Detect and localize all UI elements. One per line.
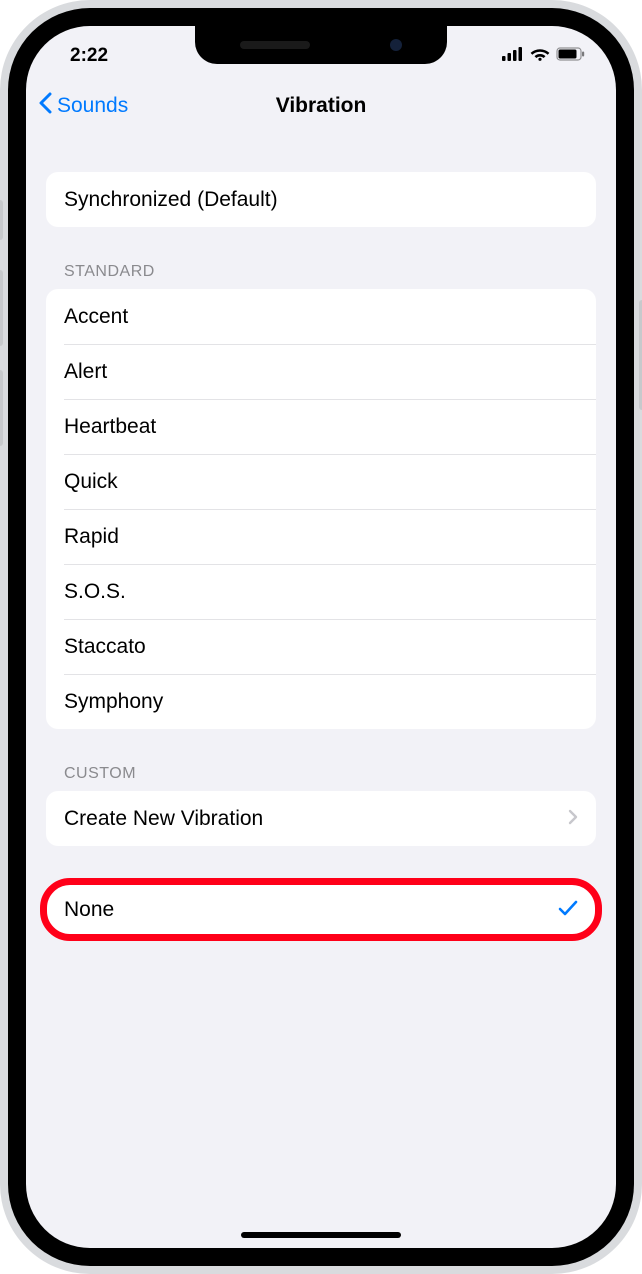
row-alert[interactable]: Alert (46, 344, 596, 399)
row-label: Create New Vibration (64, 807, 263, 831)
row-label: Accent (64, 305, 128, 329)
back-button[interactable]: Sounds (38, 92, 128, 120)
row-synchronized-default[interactable]: Synchronized (Default) (46, 172, 596, 227)
row-label: Rapid (64, 525, 119, 549)
row-label: Symphony (64, 690, 163, 714)
row-quick[interactable]: Quick (46, 454, 596, 509)
cellular-icon (502, 45, 524, 67)
row-label: Synchronized (Default) (64, 188, 278, 212)
row-create-new-vibration[interactable]: Create New Vibration (46, 791, 596, 846)
status-time: 2:22 (70, 45, 108, 67)
row-accent[interactable]: Accent (46, 289, 596, 344)
checkmark-icon (558, 896, 578, 924)
wifi-icon (530, 45, 550, 67)
row-label: S.O.S. (64, 580, 126, 604)
row-label: Quick (64, 470, 118, 494)
row-sos[interactable]: S.O.S. (46, 564, 596, 619)
row-rapid[interactable]: Rapid (46, 509, 596, 564)
standard-group: Accent Alert Heartbeat Quick Rapid S.O.S… (46, 289, 596, 729)
row-label: Heartbeat (64, 415, 156, 439)
chevron-left-icon (38, 92, 53, 120)
row-staccato[interactable]: Staccato (46, 619, 596, 674)
battery-icon (556, 45, 586, 67)
home-indicator[interactable] (241, 1232, 401, 1238)
row-label: None (64, 898, 114, 922)
row-heartbeat[interactable]: Heartbeat (46, 399, 596, 454)
row-none[interactable]: None (46, 882, 596, 937)
row-symphony[interactable]: Symphony (46, 674, 596, 729)
row-label: Staccato (64, 635, 146, 659)
back-label: Sounds (57, 94, 128, 118)
chevron-right-icon (568, 807, 578, 831)
section-header-custom: CUSTOM (46, 765, 596, 791)
navigation-bar: Sounds Vibration (26, 80, 616, 132)
row-label: Alert (64, 360, 107, 384)
section-header-standard: STANDARD (46, 263, 596, 289)
